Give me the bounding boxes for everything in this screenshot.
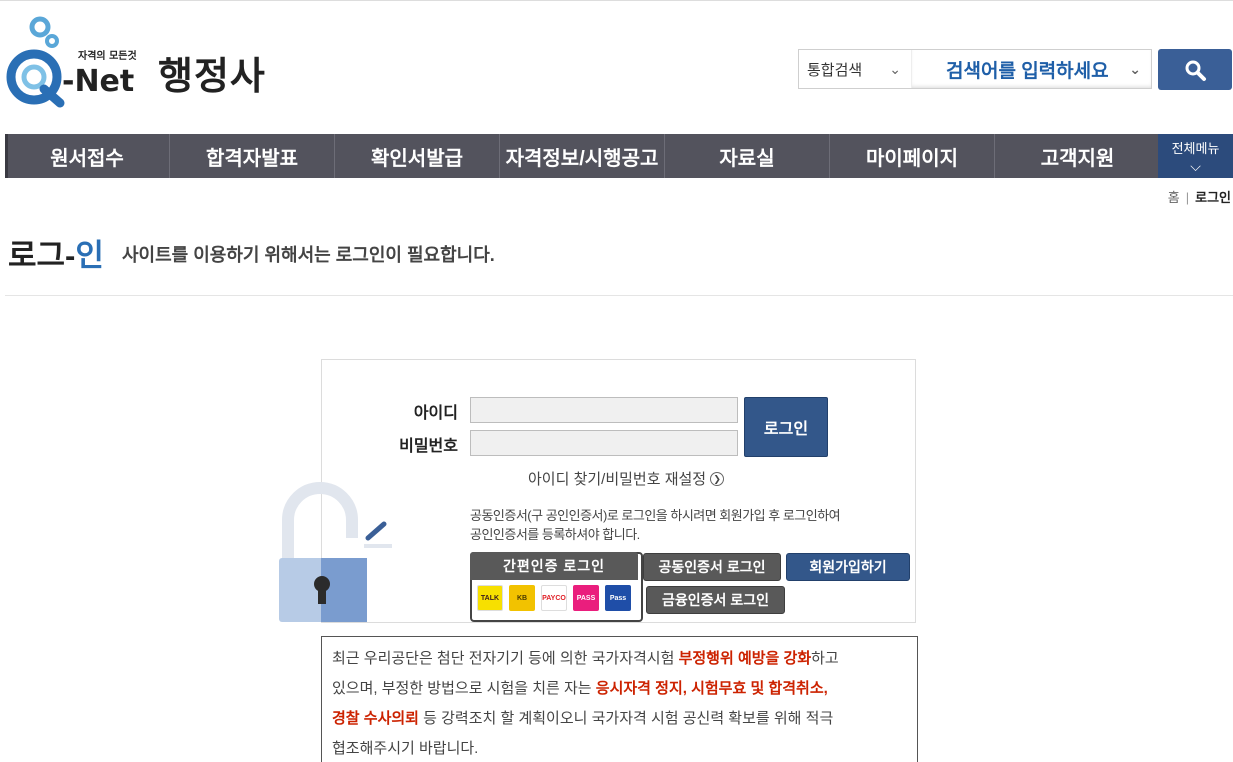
fraud-notice: 최근 우리공단은 첨단 전자기기 등에 의한 국가자격시험 부정행위 예방을 강… [321, 636, 918, 762]
notice-text: 하고 [811, 650, 839, 667]
divider [5, 295, 1233, 296]
kakao-icon[interactable]: TALK [477, 585, 503, 611]
financial-cert-login-button[interactable]: 금융인증서 로그인 [646, 586, 785, 614]
nav-item-application[interactable]: 원서접수 [5, 134, 170, 178]
nav-item-support[interactable]: 고객지원 [995, 134, 1160, 178]
search-box: 통합검색 ⌄ 검색어를 입력하세요 ⌄ [798, 49, 1152, 89]
notice-highlight: 경찰 수사의뢰 [332, 710, 419, 727]
search-input[interactable]: 검색어를 입력하세요 ⌄ [912, 50, 1151, 88]
notice-text: 최근 우리공단은 첨단 전자기기 등에 의한 국가자격시험 [332, 650, 679, 667]
page-title-part1: 로그- [8, 238, 76, 273]
notice-text: 등 강력조치 할 계획이오니 국가자격 시험 공신력 확보를 위해 적극 [418, 710, 834, 727]
nav-item-exam-info[interactable]: 자격정보/시행공고 [500, 134, 665, 178]
simple-auth-button[interactable]: 간편인증 로그인 [470, 552, 638, 580]
signup-button[interactable]: 회원가입하기 [786, 553, 910, 581]
find-account-label: 아이디 찾기/비밀번호 재설정 [528, 471, 707, 488]
page-title: 로그-인 [8, 230, 104, 275]
notice-text: 있으며, 부정한 방법으로 시험을 치른 자는 [332, 680, 596, 697]
svg-text:-Net: -Net [62, 64, 134, 99]
payco-icon[interactable]: PAYCO [541, 585, 567, 611]
breadcrumb: 홈 | 로그인 [1168, 187, 1231, 206]
find-account-link[interactable]: 아이디 찾기/비밀번호 재설정 ❯ [528, 468, 725, 489]
nav-item-certificate[interactable]: 확인서발급 [335, 134, 500, 178]
password-label: 비밀번호 [399, 438, 458, 455]
qnet-logo[interactable]: 자격의 모든것 -Net [4, 13, 144, 108]
kb-icon[interactable]: KB [509, 585, 535, 611]
notice-line3: 경찰 수사의뢰 등 강력조치 할 계획이오니 국가자격 시험 공신력 확보를 위… [332, 704, 907, 734]
notice-line4: 협조해주시기 바랍니다. [332, 740, 479, 757]
chevron-down-icon[interactable]: ⌄ [1129, 61, 1141, 78]
nav-item-results[interactable]: 합격자발표 [170, 134, 335, 178]
id-input[interactable] [470, 397, 738, 423]
logo-tagline: 자격의 모든것 [78, 49, 137, 62]
joint-cert-login-button[interactable]: 공동인증서 로그인 [643, 553, 781, 581]
notice-highlight: 부정행위 예방을 강화 [678, 650, 812, 667]
samsung-pass-icon[interactable]: Pass [605, 585, 631, 611]
lock-icon [279, 482, 392, 622]
page-description: 사이트를 이용하기 위해서는 로그인이 필요합니다. [122, 245, 495, 265]
pass-icon[interactable]: PASS [573, 585, 599, 611]
nav-item-resources[interactable]: 자료실 [665, 134, 830, 178]
nav-item-mypage[interactable]: 마이페이지 [830, 134, 995, 178]
breadcrumb-current: 로그인 [1195, 190, 1231, 205]
all-menu-button[interactable]: 전체메뉴 ⌵ [1158, 134, 1233, 178]
chevron-down-icon: ⌄ [889, 60, 901, 77]
search-icon [1185, 60, 1206, 81]
chevron-down-icon: ⌵ [1190, 158, 1201, 174]
search-placeholder: 검색어를 입력하세요 [946, 60, 1109, 82]
chevron-right-icon: ❯ [710, 471, 725, 486]
all-menu-label: 전체메뉴 [1171, 141, 1220, 156]
cert-note-line1: 공동인증서(구 공인인증서)로 로그인을 하시려면 회원가입 후 로그인하여 [470, 508, 841, 523]
main-nav: 원서접수 합격자발표 확인서발급 자격정보/시행공고 자료실 마이페이지 고객지… [5, 134, 1233, 178]
nav-edge [5, 134, 8, 178]
page-title-part2: 인 [75, 238, 104, 273]
breadcrumb-separator: | [1185, 190, 1190, 205]
password-input[interactable] [470, 430, 738, 456]
login-button[interactable]: 로그인 [744, 397, 828, 457]
search-scope-select[interactable]: 통합검색 ⌄ [799, 50, 912, 88]
site-title[interactable]: 행정사 [158, 45, 266, 100]
breadcrumb-home[interactable]: 홈 [1168, 190, 1180, 205]
search-scope-label: 통합검색 [807, 61, 863, 79]
site-header: 자격의 모든것 -Net 행정사 통합검색 ⌄ 검색어를 입력하세요 ⌄ [0, 0, 1233, 133]
cert-note: 공동인증서(구 공인인증서)로 로그인을 하시려면 회원가입 후 로그인하여 공… [470, 506, 841, 544]
search-button[interactable] [1158, 49, 1232, 90]
id-label: 아이디 [413, 405, 458, 422]
cert-note-line2: 공인인증서를 등록하셔야 합니다. [470, 527, 640, 542]
notice-line2: 있으며, 부정한 방법으로 시험을 치른 자는 응시자격 정지, 시험무효 및 … [332, 674, 907, 704]
notice-highlight: 응시자격 정지, 시험무효 및 합격취소, [595, 680, 828, 697]
notice-line1: 최근 우리공단은 첨단 전자기기 등에 의한 국가자격시험 부정행위 예방을 강… [332, 644, 907, 674]
